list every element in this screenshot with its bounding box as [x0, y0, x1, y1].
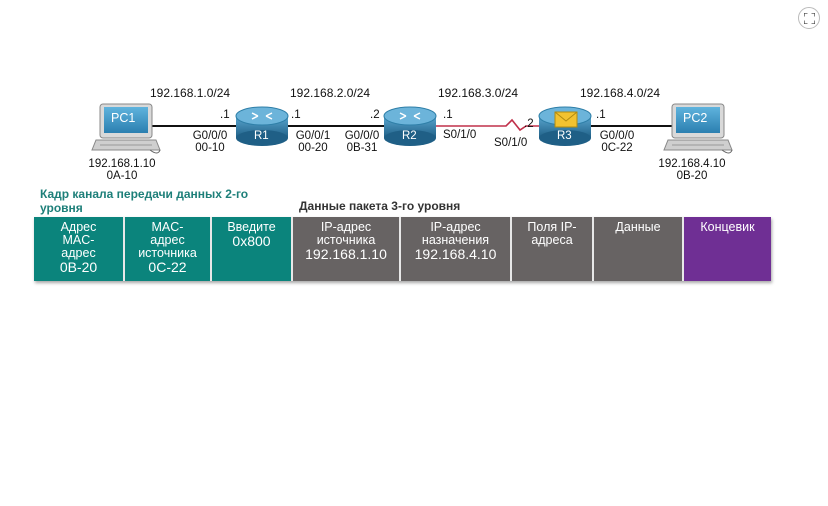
pc2-address: 192.168.4.10 0B-20 — [658, 158, 726, 182]
r1-left-host: .1 — [220, 109, 230, 121]
frame-field-7: Концевик — [684, 217, 771, 281]
frame-field-2: Введите 0x800 — [212, 217, 293, 281]
r1-g001-interface: G0/0/1 00-20 — [295, 130, 331, 154]
network-3-label: 192.168.3.0/24 — [438, 86, 519, 100]
r1-right-host: .1 — [291, 109, 301, 121]
r2-left-host: .2 — [370, 109, 380, 121]
frame-field-value: 192.168.1.10 — [305, 246, 387, 262]
frame-field-1: MAC-адрес источника 0C-22 — [125, 217, 212, 281]
router-r3-name: R3 — [557, 130, 572, 142]
network-2-label: 192.168.2.0/24 — [290, 86, 371, 100]
r3-left-host: .2 — [524, 118, 534, 130]
frame-field-label: Данные — [615, 220, 661, 234]
frame-field-0: Адрес MAC-адрес 0B-20 — [34, 217, 125, 281]
frame-field-4: IP-адрес назначения 192.168.4.10 — [401, 217, 512, 281]
frame-field-5: Поля IP-адреса — [512, 217, 594, 281]
frame-field-value: 0B-20 — [59, 259, 98, 275]
network-4-label: 192.168.4.0/24 — [580, 86, 661, 100]
r2-right-host: .1 — [443, 109, 453, 121]
frame-field-3: IP-адрес источника 192.168.1.10 — [293, 217, 401, 281]
frame-fields-row: Адрес MAC-адрес 0B-20 MAC-адрес источника 0C-… — [34, 217, 771, 281]
frame-field-label: Концевик — [700, 220, 755, 234]
r3-right-host: .1 — [596, 109, 606, 121]
r3-serial-interface: S0/1/0 — [494, 137, 528, 149]
pc1-address: 192.168.1.10 0A-10 — [88, 158, 156, 182]
frame-field-label: адреса — [531, 233, 573, 247]
r1-g000-interface: G0/0/0 00-10 — [192, 130, 228, 154]
router-r1-name: R1 — [254, 130, 269, 142]
network-1-label: 192.168.1.0/24 — [150, 86, 231, 100]
pc2-name: PC2 — [683, 111, 708, 125]
frame-field-value: 0C-22 — [148, 259, 187, 275]
r3-g000-interface: G0/0/0 0C-22 — [599, 130, 635, 154]
frame-field-value: 0x800 — [232, 233, 271, 249]
router-r2-name: R2 — [402, 130, 417, 142]
pc1-name: PC1 — [111, 111, 136, 125]
l3-packet-heading: Данные пакета 3-го уровня — [299, 199, 461, 213]
r2-serial-interface: S0/1/0 — [443, 129, 477, 141]
l2-frame-heading: Кадр канала передачи данных 2-го уровня — [40, 187, 249, 215]
envelope-icon — [554, 111, 578, 128]
r2-g000-interface: G0/0/0 0B-31 — [344, 130, 380, 154]
frame-field-value: 192.168.4.10 — [414, 246, 497, 262]
frame-field-6: Данные — [594, 217, 684, 281]
